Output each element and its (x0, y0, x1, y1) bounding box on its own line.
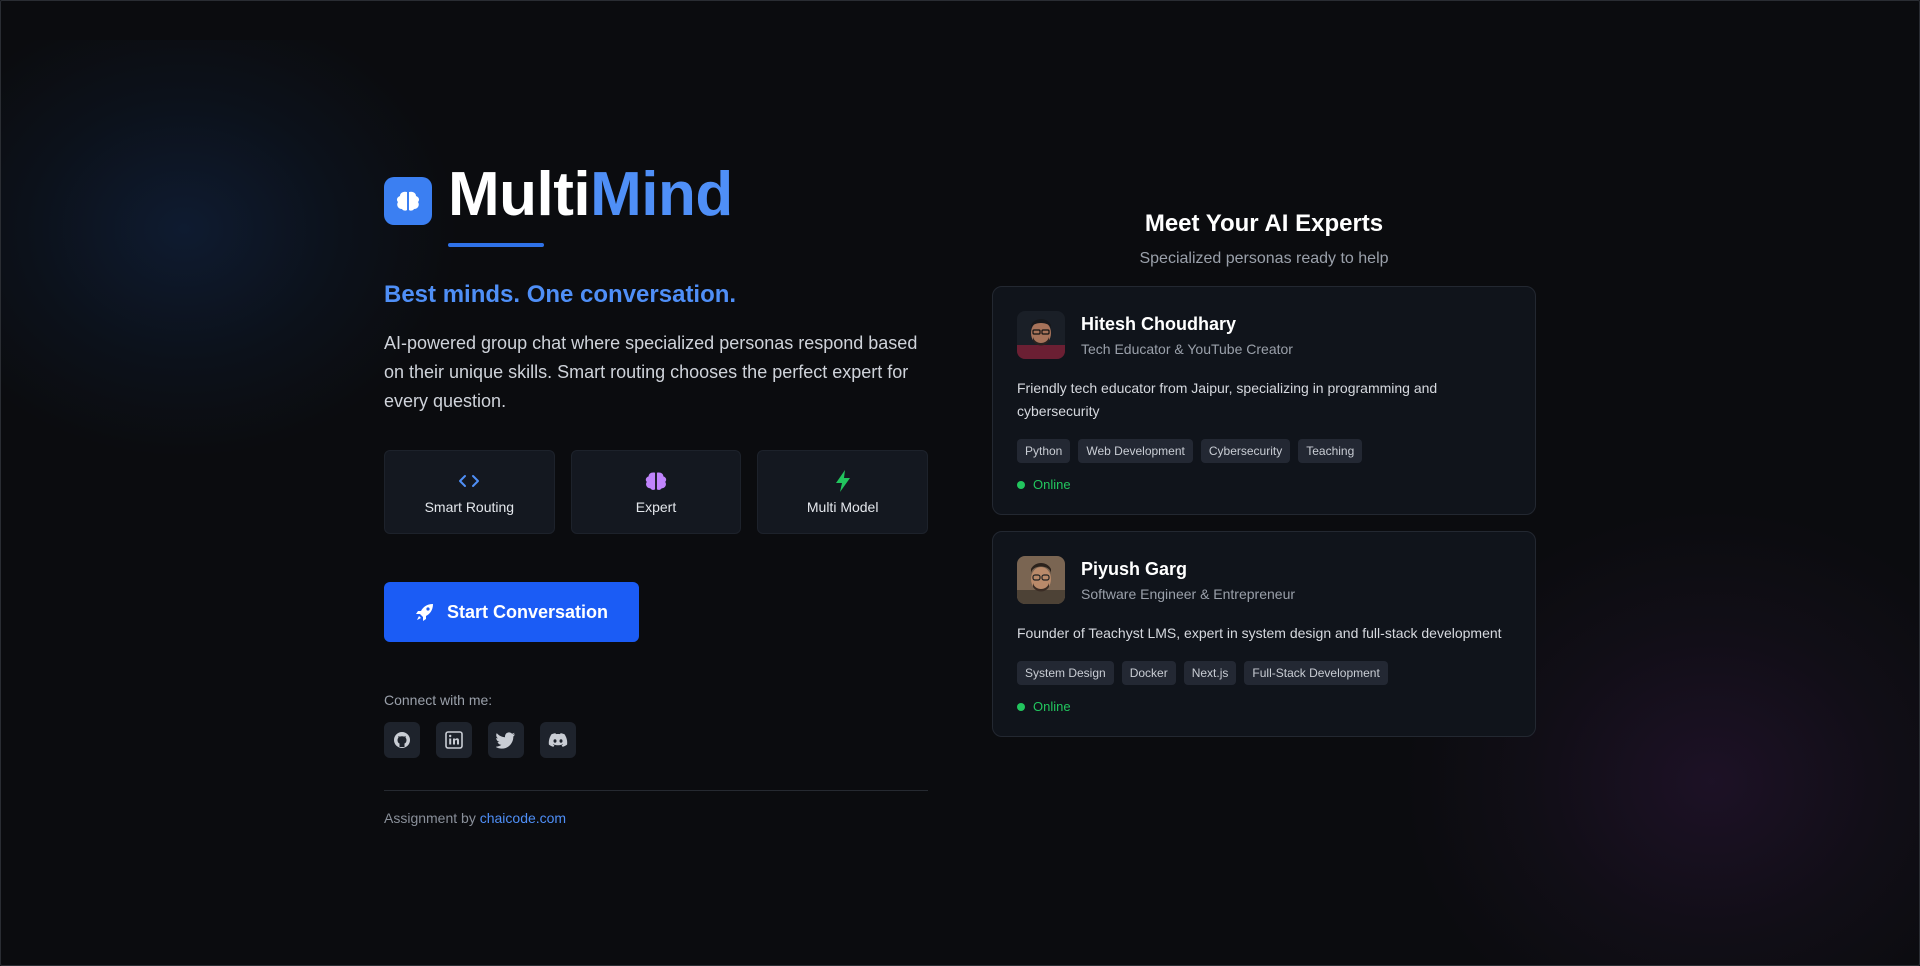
brand: MultiMind (384, 155, 928, 235)
discord-icon (548, 732, 568, 748)
feature-expert: Expert (570, 450, 742, 534)
experts-section: Meet Your AI Experts Specialized persona… (992, 210, 1536, 737)
tag: Web Development (1078, 439, 1193, 463)
expert-role: Software Engineer & Entrepreneur (1081, 585, 1296, 602)
chaicode-link[interactable]: chaicode.com (480, 810, 566, 826)
app-title-part1: Multi (448, 160, 591, 229)
expert-bio: Friendly tech educator from Jaipur, spec… (1017, 380, 1438, 419)
feature-smart-routing: Smart Routing (384, 450, 555, 534)
footer-prefix: Assignment by (384, 810, 476, 826)
avatar (1017, 556, 1065, 604)
app-title: MultiMind (448, 164, 733, 226)
divider (384, 790, 928, 791)
expert-name: Piyush Garg (1081, 558, 1188, 579)
feature-label: Expert (635, 499, 677, 515)
status-indicator: Online (1017, 477, 1511, 492)
tag: Full-Stack Development (1244, 661, 1388, 685)
brain-icon (384, 177, 432, 225)
twitter-icon (496, 731, 516, 749)
title-underline (448, 243, 544, 247)
start-conversation-button[interactable]: Start Conversation (384, 582, 639, 642)
feature-label: Smart Routing (424, 499, 515, 515)
social-links (384, 722, 928, 758)
code-icon (458, 469, 480, 493)
tagline: Best minds. One conversation. (384, 281, 737, 308)
tag: Teaching (1298, 439, 1363, 463)
tag: Cybersecurity (1200, 439, 1291, 463)
feature-label: Multi Model (806, 499, 879, 515)
online-dot-icon (1017, 480, 1025, 489)
github-icon (393, 731, 411, 749)
feature-multi-model: Multi Model (757, 450, 929, 534)
tag: Docker (1121, 661, 1176, 685)
window-frame (0, 0, 1920, 966)
expert-tags: Python Web Development Cybersecurity Tea… (1017, 439, 1511, 463)
github-link[interactable] (384, 722, 420, 758)
expert-card-piyush[interactable]: Piyush Garg Software Engineer & Entrepre… (992, 531, 1536, 737)
avatar (1017, 311, 1065, 359)
app-title-part2: Mind (590, 160, 733, 229)
tag: System Design (1017, 661, 1114, 685)
linkedin-icon (445, 731, 463, 749)
brain-icon (644, 469, 668, 493)
footer: Assignment by chaicode.com (384, 810, 928, 826)
feature-list: Smart Routing Expert Multi Model (384, 450, 929, 534)
status-indicator: Online (1017, 699, 1511, 714)
status-text: Online (1033, 477, 1071, 492)
expert-tags: System Design Docker Next.js Full-Stack … (1017, 661, 1511, 685)
online-dot-icon (1017, 702, 1025, 711)
linkedin-link[interactable] (436, 722, 472, 758)
expert-name: Hitesh Choudhary (1081, 313, 1237, 334)
twitter-link[interactable] (488, 722, 524, 758)
expert-bio: Founder of Teachyst LMS, expert in syste… (1017, 625, 1502, 641)
hero-section: MultiMind Best minds. One conversation. … (384, 155, 929, 826)
experts-subtitle: Specialized personas ready to help (1139, 250, 1389, 267)
status-text: Online (1033, 699, 1071, 714)
rocket-icon (415, 602, 435, 622)
expert-card-hitesh[interactable]: Hitesh Choudhary Tech Educator & YouTube… (992, 286, 1536, 515)
expert-role: Tech Educator & YouTube Creator (1081, 340, 1293, 357)
tag: Next.js (1183, 661, 1237, 685)
connect-title: Connect with me: (384, 692, 493, 708)
hero-description: AI-powered group chat where specialized … (384, 333, 918, 411)
experts-title: Meet Your AI Experts (1144, 210, 1384, 237)
start-conversation-label: Start Conversation (446, 601, 609, 622)
tag: Python (1017, 439, 1071, 463)
bolt-icon (834, 469, 852, 493)
discord-link[interactable] (540, 722, 576, 758)
